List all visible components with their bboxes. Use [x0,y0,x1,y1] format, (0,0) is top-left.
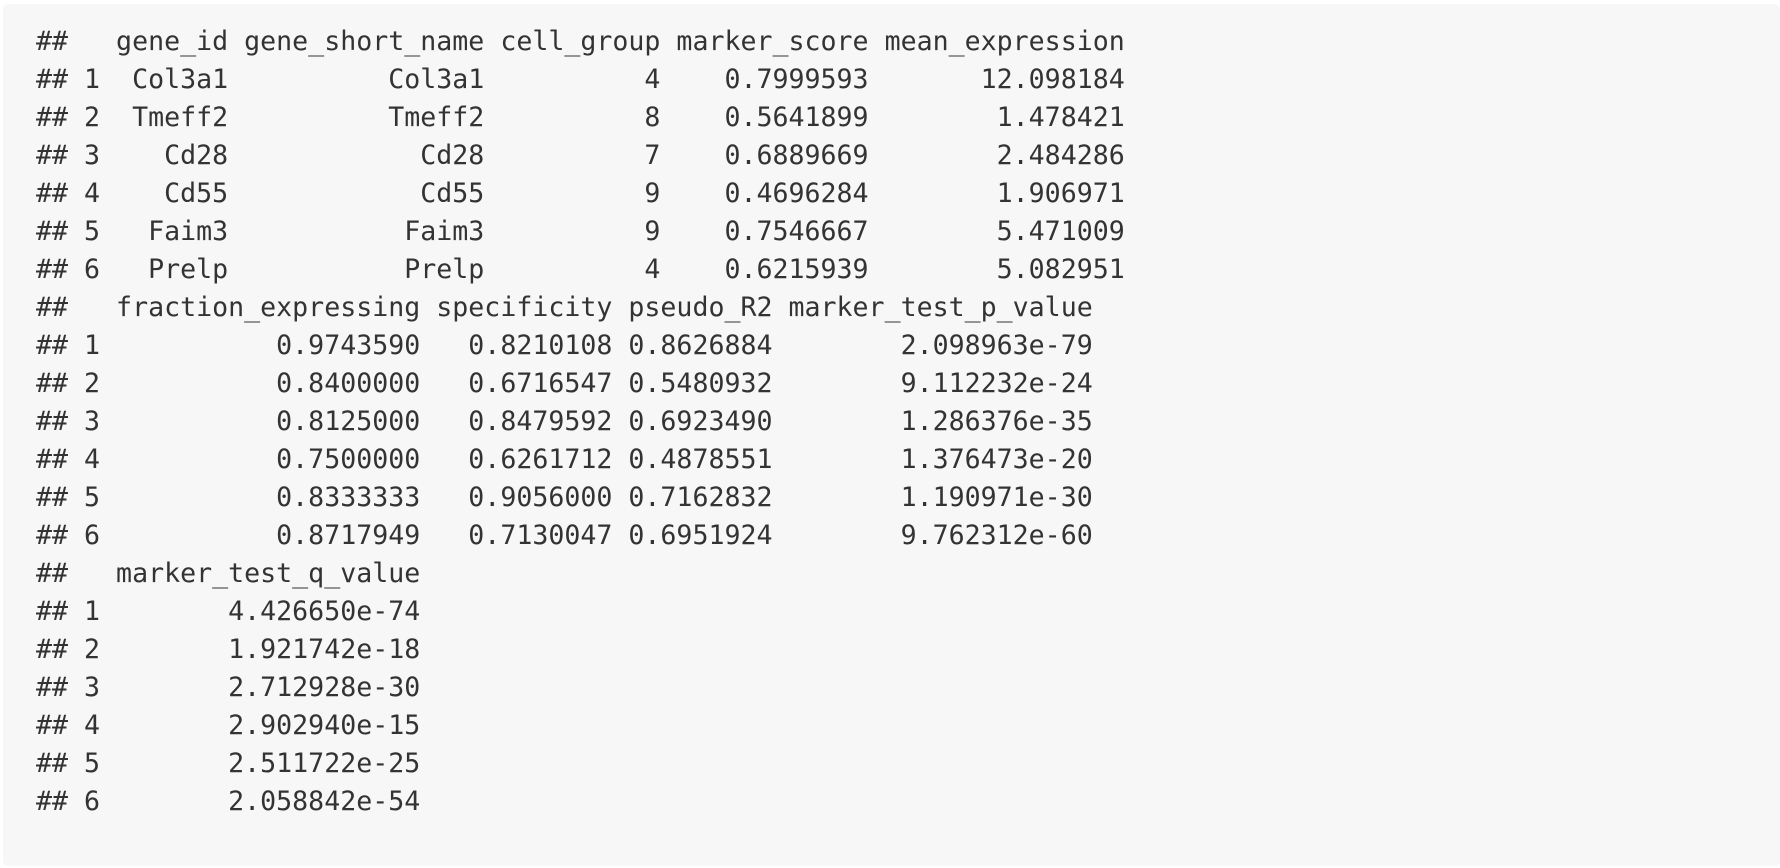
output-line: ## 2 0.8400000 0.6716547 0.5480932 9.112… [36,368,1093,399]
output-line: ## 5 0.8333333 0.9056000 0.7162832 1.190… [36,482,1093,513]
output-line: ## 4 Cd55 Cd55 9 0.4696284 1.906971 [36,178,1125,209]
output-line: ## 4 0.7500000 0.6261712 0.4878551 1.376… [36,444,1093,475]
output-line: ## 1 4.426650e-74 [36,596,421,627]
console-output: ## gene_id gene_short_name cell_group ma… [36,23,1780,821]
output-line: ## 5 2.511722e-25 [36,748,421,779]
output-line: ## 2 Tmeff2 Tmeff2 8 0.5641899 1.478421 [36,102,1125,133]
output-line: ## 3 Cd28 Cd28 7 0.6889669 2.484286 [36,140,1125,171]
output-line: ## 4 2.902940e-15 [36,710,421,741]
output-line: ## 6 2.058842e-54 [36,786,421,817]
output-line-header-1: ## gene_id gene_short_name cell_group ma… [36,26,1125,57]
r-output-code-block: ## gene_id gene_short_name cell_group ma… [3,4,1780,866]
output-line-header-2: ## fraction_expressing specificity pseud… [36,292,1093,323]
output-line: ## 5 Faim3 Faim3 9 0.7546667 5.471009 [36,216,1125,247]
output-line: ## 6 0.8717949 0.7130047 0.6951924 9.762… [36,520,1093,551]
output-line: ## 6 Prelp Prelp 4 0.6215939 5.082951 [36,254,1125,285]
output-line: ## 1 Col3a1 Col3a1 4 0.7999593 12.098184 [36,64,1125,95]
output-line-header-3: ## marker_test_q_value [36,558,421,589]
output-line: ## 3 2.712928e-30 [36,672,421,703]
output-line: ## 1 0.9743590 0.8210108 0.8626884 2.098… [36,330,1093,361]
output-line: ## 2 1.921742e-18 [36,634,421,665]
output-line: ## 3 0.8125000 0.8479592 0.6923490 1.286… [36,406,1093,437]
